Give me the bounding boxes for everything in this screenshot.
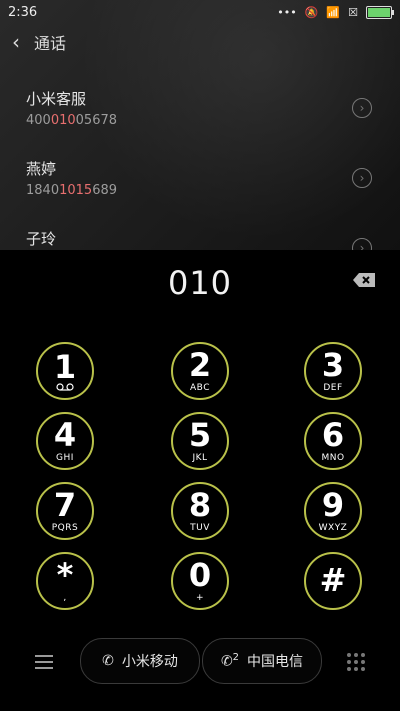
chevron-right-icon[interactable]: ›	[352, 98, 372, 118]
sim-off-icon: ☒	[348, 5, 358, 19]
key-letters: JKL	[192, 453, 208, 463]
contact-row[interactable]: 子玲 ›	[26, 228, 386, 250]
key-4[interactable]: 4 GHI	[36, 412, 94, 470]
contact-row[interactable]: 燕婷 18401015689 ›	[26, 158, 386, 198]
contact-name: 子玲	[26, 230, 57, 248]
key-digit: 7	[53, 486, 77, 524]
key-0[interactable]: 0 +	[171, 552, 229, 610]
dots-icon: •••	[277, 5, 297, 19]
call-sim2-button[interactable]: ✆2 中国电信	[202, 638, 322, 684]
status-time: 2:36	[8, 4, 38, 20]
key-digit: #	[319, 561, 347, 599]
key-digit: 4	[53, 416, 77, 454]
key-star[interactable]: * ,	[36, 552, 94, 610]
menu-icon[interactable]	[34, 654, 54, 670]
number-suffix: 05678	[75, 113, 118, 128]
contact-number: 40001005678	[26, 113, 386, 128]
phone-icon: ✆	[102, 653, 114, 669]
battery-icon	[366, 5, 394, 19]
key-digit: 9	[321, 486, 345, 524]
key-digit: 3	[321, 346, 345, 384]
sim1-label: 小米移动	[121, 654, 178, 670]
phone-icon: ✆2	[220, 652, 240, 670]
number-prefix: 1840	[26, 183, 60, 198]
key-letters: MNO	[321, 453, 345, 463]
key-digit: 6	[321, 416, 345, 454]
key-2[interactable]: 2 ABC	[171, 342, 229, 400]
key-digit: 5	[188, 416, 212, 454]
key-letters: ABC	[190, 383, 210, 393]
key-letters: WXYZ	[318, 523, 348, 533]
grid-icon[interactable]	[346, 652, 366, 672]
key-3[interactable]: 3 DEF	[304, 342, 362, 400]
contact-number: 18401015689	[26, 183, 386, 198]
key-hash[interactable]: #	[304, 552, 362, 610]
contact-name: 小米客服	[26, 90, 87, 108]
sim2-index: 2	[232, 652, 240, 664]
key-digit: 1	[53, 348, 77, 386]
key-digit: 0	[188, 556, 212, 594]
dialer: 010 1 2 ABC 3 DEF 4 GHI 5 JKL 6 MNO 7 PQ…	[0, 250, 400, 711]
voicemail-icon	[56, 383, 74, 391]
chevron-right-icon[interactable]: ›	[352, 168, 372, 188]
status-icons: ••• 🔕 📶 ☒	[277, 5, 394, 19]
key-letters: GHI	[56, 453, 74, 463]
key-letters: DEF	[323, 383, 343, 393]
wifi-icon: 📶	[326, 5, 341, 19]
key-6[interactable]: 6 MNO	[304, 412, 362, 470]
key-digit: 8	[188, 486, 212, 524]
number-suffix: 689	[92, 183, 118, 198]
backspace-icon[interactable]	[352, 272, 376, 288]
page-title: 通话	[34, 34, 67, 53]
contact-row[interactable]: 小米客服 40001005678 ›	[26, 88, 386, 128]
key-letters: TUV	[190, 523, 210, 533]
key-9[interactable]: 9 WXYZ	[304, 482, 362, 540]
key-8[interactable]: 8 TUV	[171, 482, 229, 540]
sim2-label: 中国电信	[247, 654, 304, 670]
contact-name: 燕婷	[26, 160, 57, 178]
header: ‹ 通话	[12, 30, 66, 54]
key-digit: 2	[188, 346, 212, 384]
call-sim1-button[interactable]: ✆ 小米移动	[80, 638, 200, 684]
dialer-bottom-bar: ✆ 小米移动 ✆2 中国电信	[0, 636, 400, 696]
number-prefix: 400	[26, 113, 51, 128]
dial-display: 010	[167, 264, 233, 302]
back-icon[interactable]: ‹	[12, 30, 20, 54]
key-digit: *	[56, 556, 74, 594]
key-1[interactable]: 1	[36, 342, 94, 400]
key-letters: ,	[63, 593, 67, 603]
results-area: 2:36 ••• 🔕 📶 ☒ ‹ 通话 小米客服 40001005678 › 燕…	[0, 0, 400, 250]
mute-icon: 🔕	[304, 5, 319, 19]
status-bar: 2:36 ••• 🔕 📶 ☒	[0, 0, 400, 24]
key-5[interactable]: 5 JKL	[171, 412, 229, 470]
key-7[interactable]: 7 PQRS	[36, 482, 94, 540]
key-letters: +	[195, 593, 205, 603]
number-match: 1015	[59, 183, 93, 198]
number-match: 010	[50, 113, 76, 128]
key-letters: PQRS	[51, 523, 79, 533]
